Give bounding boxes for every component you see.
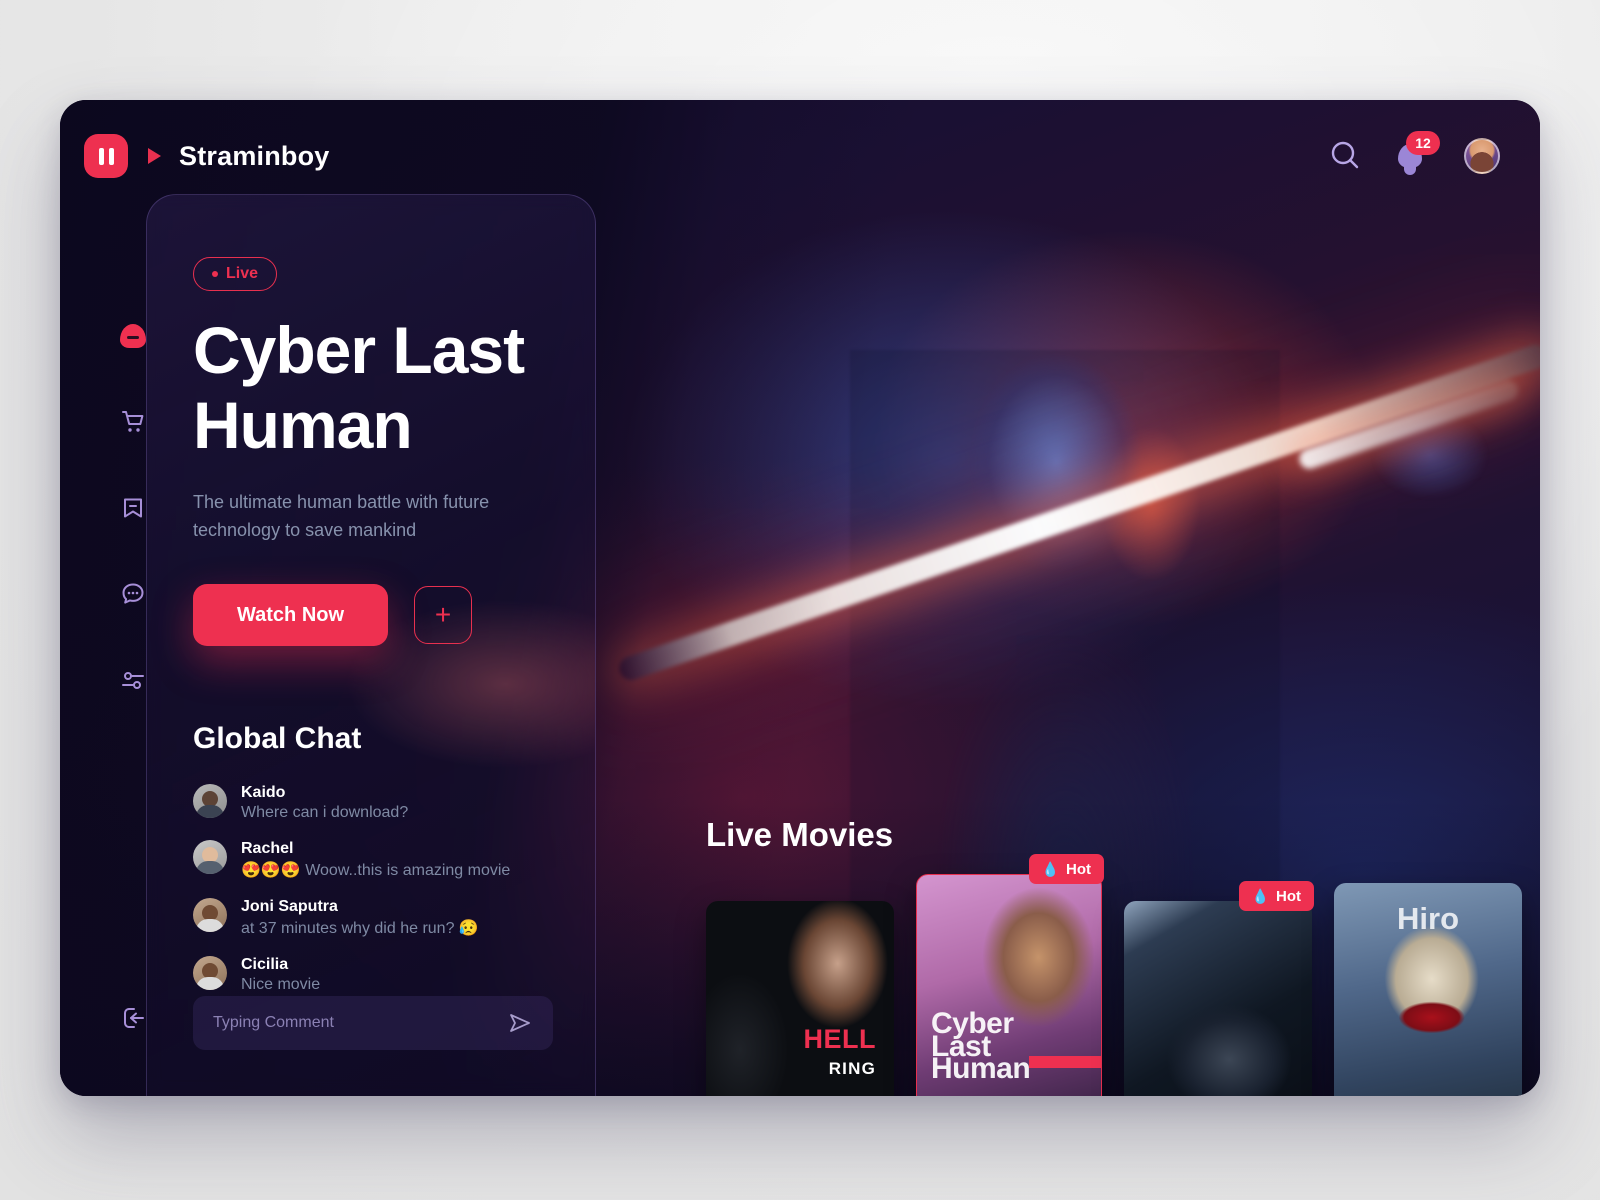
chat-text: Where can i download? <box>241 804 409 822</box>
status-badge: Live <box>193 257 278 291</box>
search-icon[interactable] <box>1328 139 1362 173</box>
status-badge: 💧 Hot <box>1028 854 1104 884</box>
chat-author: Cicilia <box>241 956 289 974</box>
comment-input[interactable] <box>213 1014 507 1032</box>
play-icon <box>148 148 161 164</box>
hero-description: The ultimate human battle with future te… <box>193 492 490 540</box>
chat-author: Rachel <box>241 840 294 858</box>
page-title: Cyber Last Human <box>193 313 547 463</box>
logout-icon <box>124 1008 144 1028</box>
header-actions: 12 <box>1328 131 1500 175</box>
chat-author: Joni Saputra <box>241 898 338 916</box>
chat-text: at 37 minutes why did he run? 😥 <box>241 920 479 938</box>
chat-author: Kaido <box>241 784 286 802</box>
status-badge: 💧 Hot <box>1238 881 1314 911</box>
movie-title: Hiro <box>1397 901 1459 936</box>
movie-card-hooded[interactable]: 💧 Hot <box>1124 881 1314 1096</box>
cart-icon <box>122 411 144 432</box>
watch-now-button[interactable]: Watch Now <box>193 584 389 647</box>
pause-icon <box>84 134 128 178</box>
live-movies-section: Live Movies HELL RING 💧 Hot Cyber Last H… <box>648 780 1540 1096</box>
app-window: Straminboy 12 Live Cyber Last Human The … <box>60 100 1540 1096</box>
brand-name: Straminboy <box>179 140 330 171</box>
hot-label: Hot <box>1276 887 1301 905</box>
movie-card-list: HELL RING 💧 Hot Cyber Last Human 💧 Hot H… <box>706 854 1522 1096</box>
notification-badge: 12 <box>1406 131 1440 155</box>
app-header: Straminboy 12 <box>60 100 1540 212</box>
bell-icon[interactable]: 12 <box>1396 131 1440 175</box>
send-icon[interactable] <box>507 1010 533 1036</box>
list-item[interactable]: Cicilia Nice movie <box>193 956 547 994</box>
avatar <box>193 956 227 991</box>
movie-card-hiro[interactable]: Hiro <box>1334 883 1522 1096</box>
chat-list: Kaido Where can i download? Rachel 😍😍😍 W… <box>193 784 547 994</box>
hero-title-line1: Cyber Last <box>193 313 525 387</box>
movie-title-line3: Human <box>931 1051 1031 1085</box>
chat-icon <box>122 583 144 604</box>
comment-box <box>193 996 553 1050</box>
hot-label: Hot <box>1066 860 1091 878</box>
add-to-list-button[interactable]: + <box>414 586 473 645</box>
home-icon <box>120 324 146 348</box>
live-label: Live <box>226 265 259 282</box>
flame-icon: 💧 <box>1251 887 1269 904</box>
avatar[interactable] <box>1464 138 1500 174</box>
brand-logo[interactable]: Straminboy <box>84 134 330 178</box>
hero-title-line2: Human <box>193 388 413 463</box>
live-dot-icon <box>212 271 218 277</box>
hero-actions: Watch Now + <box>193 584 547 647</box>
movie-title: Cyber Last Human <box>931 1009 1031 1085</box>
progress-bar <box>1029 1056 1101 1068</box>
list-item[interactable]: Kaido Where can i download? <box>193 784 547 822</box>
flame-icon: 💧 <box>1041 860 1059 877</box>
chat-heading: Global Chat <box>193 722 362 756</box>
sliders-icon <box>122 672 144 689</box>
movie-title-primary: HELL <box>803 1024 876 1054</box>
list-item[interactable]: Rachel 😍😍😍 Woow..this is amazing movie <box>193 840 547 880</box>
list-item[interactable]: Joni Saputra at 37 minutes why did he ru… <box>193 898 547 938</box>
movie-card-hell-ring[interactable]: HELL RING <box>706 901 894 1096</box>
avatar <box>193 898 227 933</box>
avatar <box>193 840 227 875</box>
section-title: Live Movies <box>706 816 894 853</box>
hero-panel: Live Cyber Last Human The ultimate human… <box>146 194 596 1096</box>
movie-card-cyber-last-human[interactable]: 💧 Hot Cyber Last Human <box>916 854 1104 1096</box>
chat-text: Nice movie <box>241 976 321 994</box>
chat-text: 😍😍😍 Woow..this is amazing movie <box>241 862 511 880</box>
movie-title-secondary: RING <box>828 1059 876 1078</box>
avatar <box>193 784 227 819</box>
bookmark-icon <box>124 498 142 518</box>
